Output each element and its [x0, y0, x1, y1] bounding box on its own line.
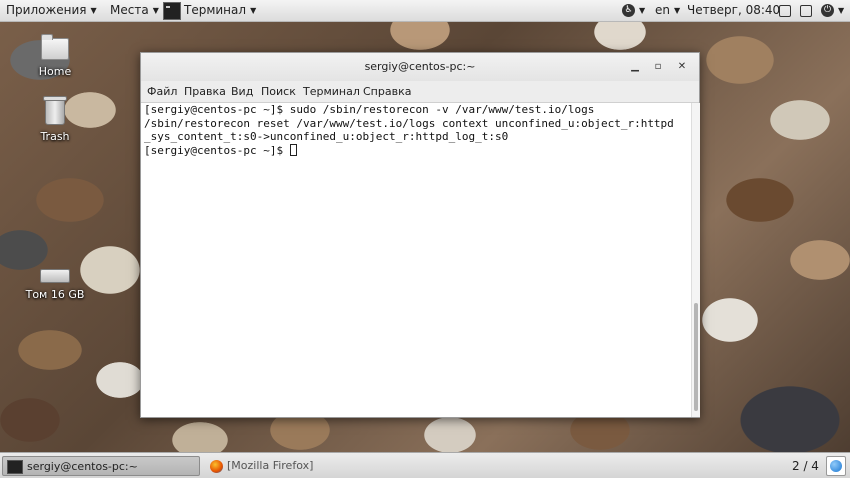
- accessibility-glyph-icon: ♿: [622, 4, 635, 17]
- window-title: sergiy@centos-pc:~: [364, 60, 476, 73]
- terminal-prompt-line: [sergiy@centos-pc ~]$: [144, 143, 689, 158]
- desktop-icon-trash[interactable]: Trash: [15, 96, 95, 143]
- desktop-icon-home-label: Home: [38, 65, 72, 78]
- menu-file[interactable]: Файл: [147, 81, 177, 102]
- desktop-background: Приложения ▼ Места ▼ Терминал ▼ ♿ ▼ en ▼ Четв…: [0, 0, 850, 478]
- accessibility-icon[interactable]: ♿ ▼: [622, 0, 645, 21]
- terminal-icon: [7, 460, 23, 474]
- close-button[interactable]: ✕: [674, 59, 690, 75]
- menu-search[interactable]: Поиск: [261, 81, 296, 102]
- chevron-down-icon: ▼: [90, 6, 97, 15]
- places-menu-label: Места: [110, 3, 149, 17]
- menu-view[interactable]: Вид: [231, 81, 253, 102]
- terminal-line: _sys_content_t:s0->unconfined_u:object_r…: [144, 130, 509, 143]
- chevron-down-icon: ▼: [250, 6, 257, 15]
- terminal-window: sergiy@centos-pc:~ ▁ ▫ ✕ Файл Правка Вид…: [140, 52, 700, 418]
- bottom-panel: sergiy@centos-pc:~ [Mozilla Firefox] 2 /…: [0, 452, 850, 478]
- taskbar-item-firefox[interactable]: [Mozilla Firefox]: [206, 456, 406, 476]
- active-app-label: Терминал: [184, 3, 247, 17]
- chevron-down-icon: ▼: [639, 6, 646, 15]
- clock[interactable]: Четверг, 08:40: [687, 0, 780, 21]
- terminal-prompt: [sergiy@centos-pc ~]$: [144, 143, 290, 157]
- desktop-icon-home[interactable]: Home: [15, 34, 95, 78]
- taskbar-item-label: sergiy@centos-pc:~: [27, 460, 138, 473]
- applications-menu[interactable]: Приложения ▼: [6, 0, 97, 21]
- clock-label: Четверг, 08:40: [687, 3, 781, 17]
- chevron-down-icon: ▼: [674, 6, 681, 15]
- terminal-icon: [163, 1, 181, 20]
- drive-icon: [40, 269, 70, 283]
- keyboard-layout-label: en: [655, 3, 670, 17]
- window-titlebar[interactable]: sergiy@centos-pc:~ ▁ ▫ ✕: [141, 53, 699, 81]
- trash-icon: [43, 96, 67, 125]
- menu-terminal[interactable]: Терминал: [303, 81, 360, 102]
- text-cursor: [289, 143, 297, 156]
- speaker-icon: [779, 4, 791, 17]
- desktop-icon-volume[interactable]: Том 16 GB: [15, 263, 95, 301]
- terminal-menubar: Файл Правка Вид Поиск Терминал Справка: [141, 81, 699, 103]
- menu-help[interactable]: Справка: [363, 81, 411, 102]
- maximize-button[interactable]: ▫: [650, 59, 666, 75]
- desktop-icon-trash-label: Trash: [40, 130, 70, 143]
- terminal-line: /sbin/restorecon reset /var/www/test.io/…: [144, 116, 674, 130]
- top-panel: Приложения ▼ Места ▼ Терминал ▼ ♿ ▼ en ▼ Четв…: [0, 0, 850, 22]
- desktop-icon-volume-label: Том 16 GB: [25, 288, 85, 301]
- chevron-down-icon: ▼: [838, 6, 845, 15]
- minimize-button[interactable]: ▁: [627, 59, 643, 75]
- taskbar-item-terminal[interactable]: sergiy@centos-pc:~: [2, 456, 200, 476]
- workspace-indicator[interactable]: 2 / 4: [792, 456, 819, 476]
- active-app-terminal-menu[interactable]: Терминал ▼: [163, 0, 256, 21]
- places-menu[interactable]: Места ▼: [110, 0, 159, 21]
- applications-menu-label: Приложения: [6, 3, 87, 17]
- workspace-switcher-icon[interactable]: [826, 456, 846, 476]
- network-glyph-icon: [800, 4, 812, 17]
- terminal-line: [sergiy@centos-pc ~]$ sudo /sbin/restore…: [144, 103, 595, 116]
- taskbar-item-label: [Mozilla Firefox]: [227, 459, 314, 472]
- power-icon[interactable]: ⏻ ▼: [821, 0, 844, 21]
- scrollbar-thumb[interactable]: [694, 303, 698, 411]
- network-icon[interactable]: [800, 0, 812, 21]
- home-folder-icon: [41, 34, 69, 60]
- chevron-down-icon: ▼: [152, 6, 159, 15]
- keyboard-layout-menu[interactable]: en ▼: [655, 0, 680, 21]
- terminal-scrollbar[interactable]: [691, 103, 700, 417]
- firefox-icon: [210, 459, 223, 473]
- power-glyph-icon: ⏻: [821, 4, 834, 17]
- volume-icon[interactable]: [779, 0, 791, 21]
- terminal-output[interactable]: [sergiy@centos-pc ~]$ sudo /sbin/restore…: [141, 103, 689, 417]
- menu-edit[interactable]: Правка: [184, 81, 226, 102]
